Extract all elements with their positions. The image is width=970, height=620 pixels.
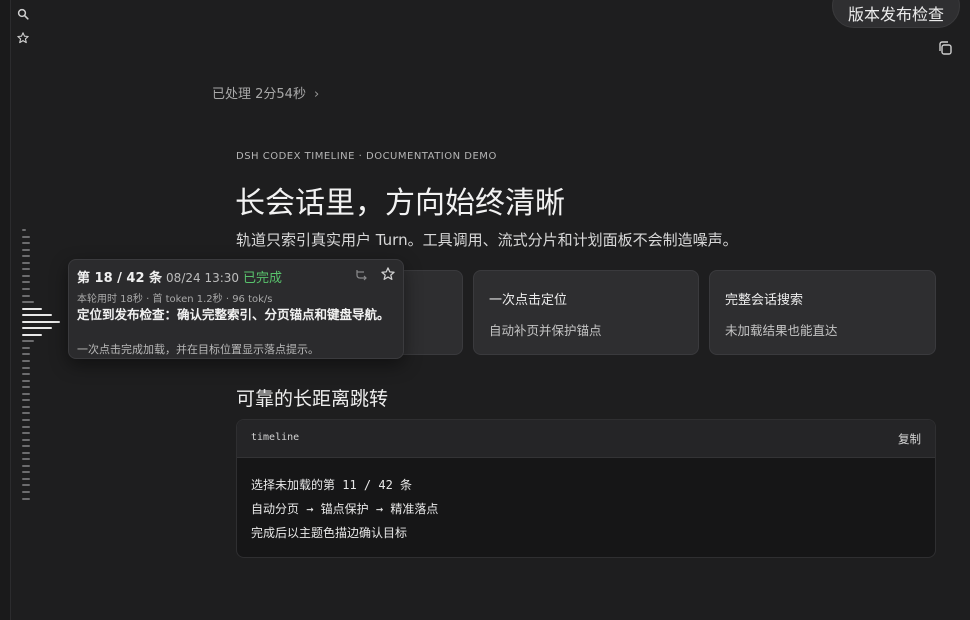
left-rail	[0, 0, 11, 620]
timeline-tick[interactable]	[22, 418, 30, 421]
feature-card-title: 完整会话搜索	[725, 293, 804, 308]
timeline-tick[interactable]	[22, 320, 60, 323]
code-block-header: timeline 复制	[237, 420, 935, 458]
feature-card-desc: 未加载结果也能直达	[725, 323, 838, 338]
feature-card-3: 完整会话搜索 未加载结果也能直达	[709, 270, 936, 355]
timeline-tick[interactable]	[22, 314, 52, 317]
timeline-tick[interactable]	[22, 451, 30, 454]
code-line: 完成后以主题色描边确认目标	[251, 526, 408, 540]
feature-card-title: 一次点击定位	[489, 293, 568, 308]
timeline-tick[interactable]	[22, 497, 30, 500]
timeline-tick[interactable]	[22, 458, 30, 461]
timeline-tick[interactable]	[22, 346, 30, 349]
code-language-label: timeline	[251, 432, 300, 443]
timeline-tick[interactable]	[22, 477, 30, 480]
turn-time: 08/24 13:30	[166, 271, 240, 285]
timeline-tick[interactable]	[22, 327, 52, 330]
timeline-tick[interactable]	[22, 248, 30, 251]
release-check-button[interactable]: 版本发布检查	[832, 0, 960, 28]
search-icon[interactable]	[16, 7, 30, 21]
timeline-tick[interactable]	[22, 242, 30, 245]
page-subtitle: 轨道只索引真实用户 Turn。工具调用、流式分片和计划面板不会制造噪声。	[236, 231, 738, 249]
timeline-tick[interactable]	[22, 386, 30, 389]
timeline-tick[interactable]	[22, 464, 30, 467]
turn-summary: 定位到发布检查：确认完整索引、分页锚点和键盘导航。	[77, 307, 390, 322]
timeline-tick[interactable]	[22, 353, 30, 356]
turn-index: 第 18 / 42 条	[77, 271, 163, 286]
status-badge: 已完成	[243, 271, 283, 286]
timeline-tick[interactable]	[22, 412, 30, 415]
processed-duration-toggle[interactable]: 已处理 2分54秒 ›	[212, 83, 319, 102]
timeline-tick[interactable]	[22, 405, 30, 408]
code-line: 自动分页 → 锚点保护 → 精准落点	[251, 502, 439, 516]
timeline-tick[interactable]	[22, 333, 42, 336]
timeline-tick[interactable]	[22, 261, 30, 264]
timeline-tick[interactable]	[22, 366, 30, 369]
timeline-tick[interactable]	[22, 294, 30, 297]
timeline-tick[interactable]	[22, 301, 34, 304]
code-line: 选择未加载的第 11 / 42 条	[251, 478, 413, 492]
timeline-tick[interactable]	[22, 268, 30, 271]
timeline-tick[interactable]	[22, 229, 26, 231]
timeline-tick[interactable]	[22, 373, 30, 376]
timeline-tick[interactable]	[22, 392, 30, 395]
timeline-tick[interactable]	[22, 235, 30, 238]
timeline-tick[interactable]	[22, 340, 34, 343]
turn-hint: 一次点击完成加载，并在目标位置显示落点提示。	[77, 343, 319, 356]
timeline-tick[interactable]	[22, 432, 30, 435]
timeline-tick[interactable]	[22, 425, 30, 428]
branch-icon[interactable]	[355, 268, 368, 281]
star-icon[interactable]	[381, 267, 395, 281]
timeline-tick[interactable]	[22, 471, 30, 474]
timeline-tick[interactable]	[22, 255, 30, 258]
timeline-tick[interactable]	[22, 360, 30, 362]
copy-icon[interactable]	[937, 40, 953, 56]
turn-tooltip: 第 18 / 42 条 08/24 13:30 已完成 本轮用时 18秒 · 首 t…	[68, 259, 404, 359]
timeline-tick[interactable]	[22, 491, 30, 493]
timeline-tick[interactable]	[22, 399, 30, 402]
page-title: 长会话里，方向始终清晰	[235, 186, 565, 221]
timeline-tick[interactable]	[22, 484, 30, 487]
tooltip-header: 第 18 / 42 条 08/24 13:30 已完成	[77, 267, 282, 286]
feature-card-desc: 自动补页并保护锚点	[489, 323, 602, 338]
feature-card-2: 一次点击定位 自动补页并保护锚点	[473, 270, 699, 355]
timeline-tick[interactable]	[22, 445, 30, 448]
turn-meta: 本轮用时 18秒 · 首 token 1.2秒 · 96 tok/s	[77, 294, 273, 305]
code-copy-button[interactable]: 复制	[898, 431, 921, 447]
timeline-tick[interactable]	[22, 281, 30, 284]
timeline-tick[interactable]	[22, 438, 30, 441]
timeline-tick[interactable]	[22, 274, 30, 277]
chevron-right-icon: ›	[313, 87, 320, 102]
page-kicker: DSH CODEX TIMELINE · DOCUMENTATION DEMO	[236, 151, 497, 162]
timeline-tick[interactable]	[22, 379, 30, 382]
code-block: timeline 复制 选择未加载的第 11 / 42 条 自动分页 → 锚点保…	[236, 419, 936, 558]
timeline-tick[interactable]	[22, 307, 42, 310]
processed-label: 已处理 2分54秒	[212, 87, 306, 102]
timeline-tick[interactable]	[22, 287, 30, 290]
star-icon[interactable]	[16, 31, 30, 45]
section-title: 可靠的长距离跳转	[236, 388, 389, 410]
